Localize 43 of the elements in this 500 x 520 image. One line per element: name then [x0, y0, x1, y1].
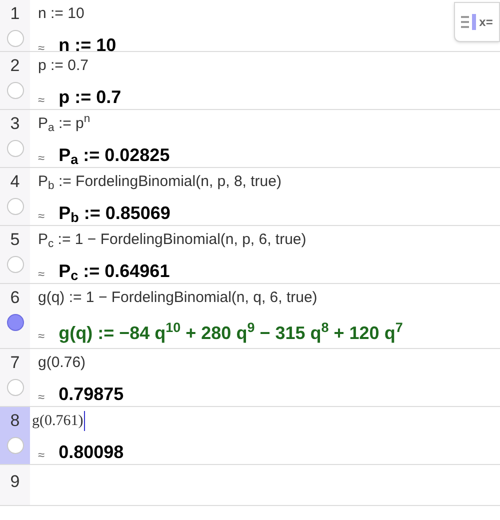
visibility-toggle[interactable] [6, 198, 24, 215]
row-number: 1 [10, 4, 20, 24]
input-field[interactable]: g(q) := 1 − FordelingBinomial(n, q, 6, true) [38, 288, 318, 308]
output-value: 0.79875 [58, 383, 124, 405]
output-value: g(q) := −84 q$^{10}$ + 280 q$^{9}$ − 315 q$^{8}$ + 120 q$^{7}$ [58, 322, 403, 344]
input-field[interactable]: P$_{b}$ := FordelingBinomial(n, p, 8, true) [38, 172, 282, 192]
output-value: P$_{b}$ := 0.85069 [58, 202, 170, 224]
visibility-toggle[interactable] [6, 379, 24, 396]
approx-symbol: ≈ [38, 92, 45, 108]
visibility-toggle[interactable] [6, 314, 24, 331]
input-field[interactable]: p := 0.7 [38, 56, 88, 76]
visibility-toggle[interactable] [6, 437, 24, 454]
row-number: 2 [10, 56, 20, 76]
keyboard-toggle-button[interactable]: x= [454, 2, 500, 42]
row-number: 7 [10, 353, 20, 373]
approx-symbol: ≈ [38, 266, 45, 282]
input-field[interactable]: g(0.76) [38, 353, 86, 373]
input-field[interactable]: P$_{a}$ := p$^{n}$ [38, 114, 90, 134]
row-number: 4 [10, 172, 20, 192]
list-icon [461, 14, 478, 30]
approx-symbol: ≈ [38, 447, 45, 463]
input-field[interactable]: P$_{c}$ := 1 − FordelingBinomial(n, p, 6, true) [38, 230, 306, 250]
visibility-toggle[interactable] [6, 30, 24, 47]
approx-symbol: ≈ [38, 208, 45, 224]
row-number: 6 [10, 288, 20, 308]
row-number: 3 [10, 114, 20, 134]
approx-symbol: ≈ [38, 150, 45, 166]
output-value: 0.80098 [58, 441, 124, 463]
approx-symbol: ≈ [38, 40, 45, 56]
approx-symbol: ≈ [38, 389, 45, 405]
output-value: p := 0.7 [58, 86, 122, 108]
row-number: 8 [10, 411, 20, 431]
output-value: P$_{a}$ := 0.02825 [58, 144, 170, 166]
visibility-toggle[interactable] [6, 82, 24, 99]
visibility-toggle[interactable] [6, 140, 24, 157]
input-field[interactable]: n := 10 [38, 4, 84, 24]
visibility-toggle[interactable] [6, 256, 24, 273]
approx-symbol: ≈ [38, 328, 45, 344]
row-number: 9 [10, 473, 20, 490]
output-value: n := 10 [58, 34, 116, 56]
input-field[interactable]: g(0.761) [32, 411, 86, 431]
output-value: P$_{c}$ := 0.64961 [58, 260, 170, 282]
row-number: 5 [10, 230, 20, 250]
